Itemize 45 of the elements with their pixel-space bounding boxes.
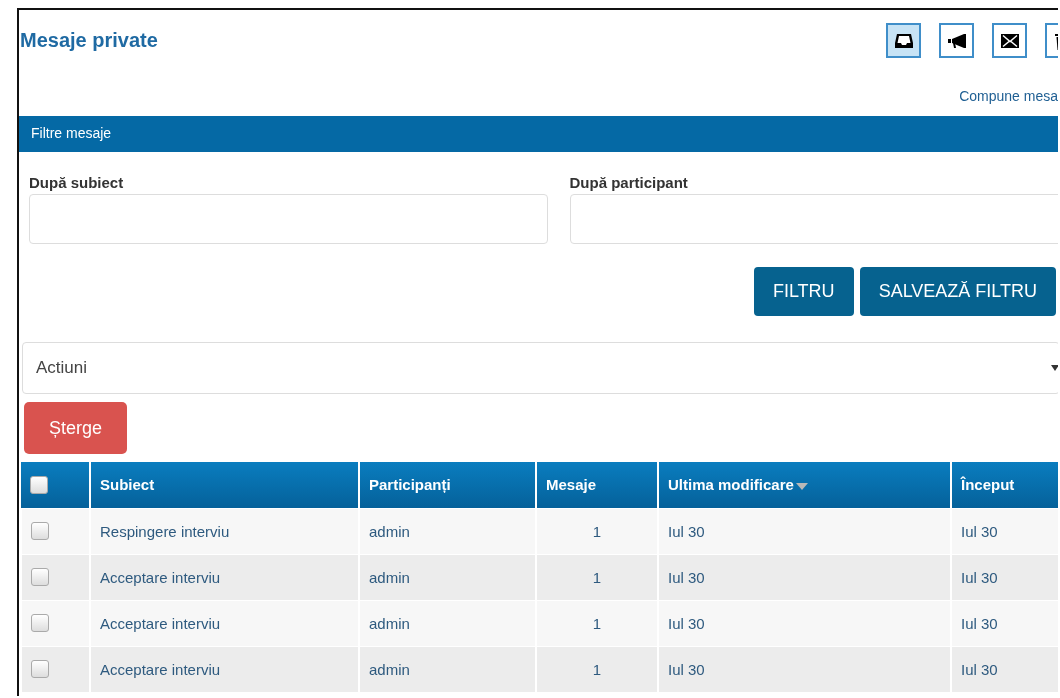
table-cell: admin <box>369 660 410 678</box>
table-cell: Iul 30 <box>668 660 705 678</box>
column-header[interactable]: Mesaje <box>536 462 658 508</box>
compose-link[interactable]: Compune mesa <box>959 88 1058 116</box>
toolbar-button[interactable] <box>939 23 974 58</box>
column-header[interactable]: Subiect <box>90 462 359 508</box>
table-cell: Iul 30 <box>961 522 998 540</box>
caret-icon <box>1051 365 1058 371</box>
actions-dropdown[interactable]: Actiuni <box>22 342 1058 394</box>
table-cell: admin <box>369 522 410 540</box>
table-cell: Iul 30 <box>961 660 998 678</box>
table-cell: 1 <box>592 522 602 540</box>
subject-link[interactable]: Acceptare interviu <box>100 614 221 632</box>
input-field[interactable] <box>569 194 1058 244</box>
row-checkbox[interactable] <box>31 522 49 540</box>
table-cell: 1 <box>592 568 602 586</box>
subject-link[interactable]: Respingere interviu <box>100 522 230 540</box>
subject-link[interactable]: Acceptare interviu <box>100 568 221 586</box>
table-cell: Iul 30 <box>668 568 705 586</box>
filter-button[interactable]: FILTRU <box>753 267 854 316</box>
table-cell: admin <box>369 614 410 632</box>
table-cell: Iul 30 <box>668 614 705 632</box>
table-cell: Iul 30 <box>961 614 998 632</box>
table-cell: admin <box>369 568 410 586</box>
page-title: Mesaje private <box>20 29 158 52</box>
input-field[interactable] <box>29 194 548 244</box>
table-cell: 1 <box>592 660 602 678</box>
panel-header: Filtre mesaje <box>19 116 1058 152</box>
delete-button[interactable]: Șterge <box>24 402 127 454</box>
field-label: După participant <box>569 174 689 191</box>
select-all-checkbox[interactable] <box>30 475 48 494</box>
toolbar-button[interactable] <box>886 23 921 58</box>
subject-link[interactable]: Acceptare interviu <box>100 660 221 678</box>
table-cell: Iul 30 <box>961 568 998 586</box>
row-checkbox[interactable] <box>31 660 49 679</box>
column-header[interactable]: Început <box>951 462 1058 508</box>
field-label: După subiect <box>29 174 125 191</box>
filter-button[interactable]: SALVEAZĂ FILTRU <box>859 267 1056 316</box>
table-cell: Iul 30 <box>668 522 705 540</box>
table-cell: 1 <box>592 614 602 632</box>
toolbar-button[interactable] <box>992 23 1027 58</box>
column-header[interactable]: Ultima modificare <box>658 462 951 508</box>
row-checkbox[interactable] <box>31 568 49 586</box>
column-header[interactable]: Participanți <box>359 462 536 508</box>
row-checkbox[interactable] <box>31 614 49 632</box>
